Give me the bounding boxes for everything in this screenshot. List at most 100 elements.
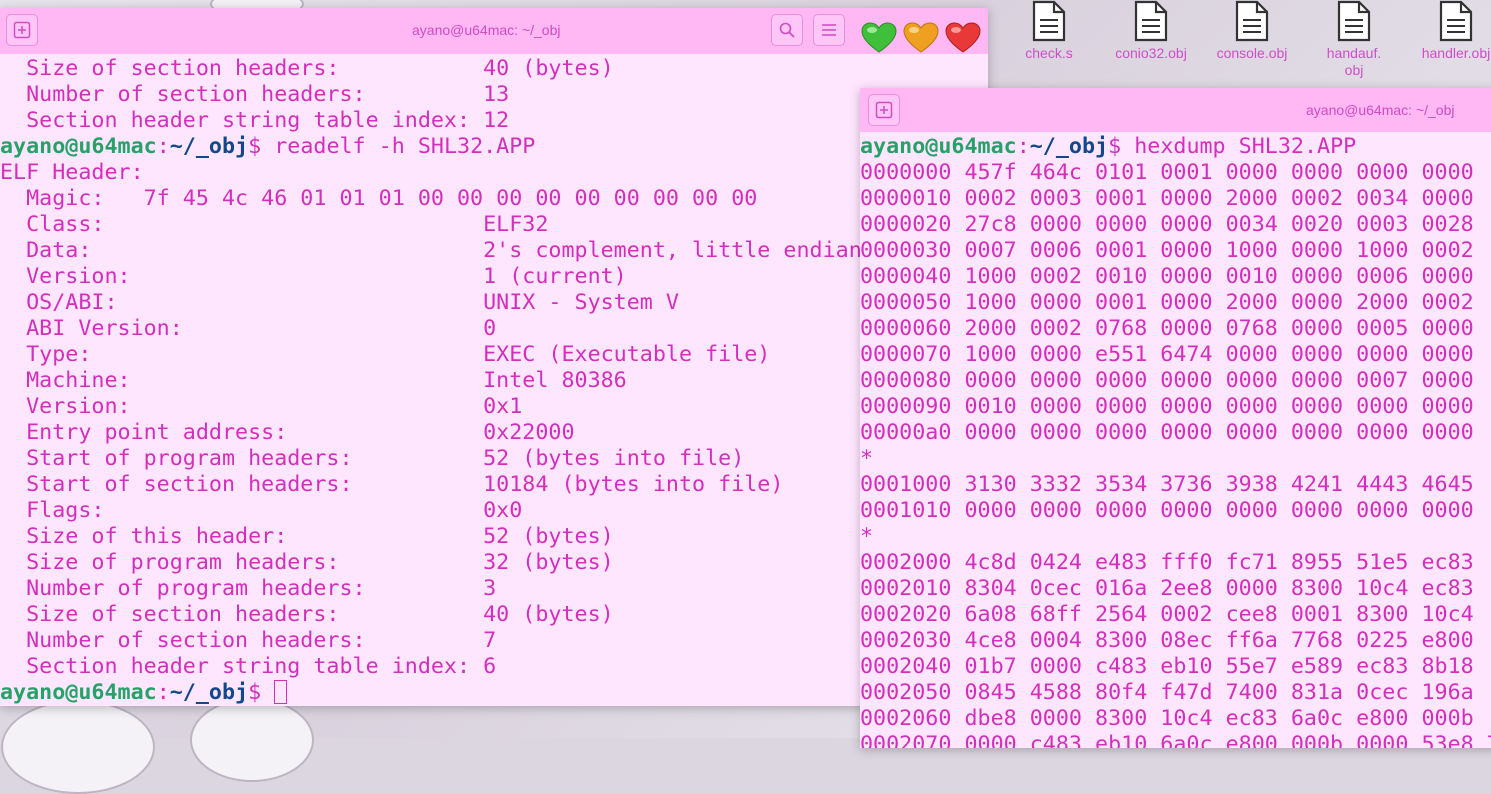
prompt-separator: : (156, 134, 170, 159)
hexdump-line: 0002000 4c8d 0424 e483 fff0 fc71 8955 51… (860, 550, 1474, 575)
output-line: Type: EXEC (Executable file) (0, 342, 771, 367)
titlebar[interactable]: ayano@u64mac: ~/_obj (860, 88, 1491, 132)
new-tab-button[interactable] (868, 94, 900, 126)
hexdump-line: 0002060 dbe8 0000 8300 10c4 ec83 6a0c e8… (860, 706, 1474, 731)
titlebar[interactable]: ayano@u64mac: ~/_obj (0, 8, 988, 54)
new-tab-icon (875, 101, 893, 119)
output-line: Number of program headers: 3 (0, 576, 497, 601)
output-line: Machine: Intel 80386 (0, 368, 627, 393)
output-line: Data: 2's complement, little endian (0, 238, 862, 263)
hexdump-line: * (860, 446, 874, 471)
prompt-line: ayano@u64mac:~/_obj$ readelf -h SHL32.AP… (0, 134, 988, 160)
new-tab-button[interactable] (6, 14, 38, 46)
desktop-file[interactable]: check.s (1003, 0, 1095, 62)
prompt-path: ~/_obj (169, 680, 249, 705)
hexdump-line: 0002070 0000 c483 eb10 6a0c e800 000b 00… (860, 732, 1491, 748)
prompt-user: ayano@u64mac (0, 134, 157, 159)
prompt-line: ayano@u64mac:~/_obj$ hexdump SHL32.APP (860, 134, 1491, 160)
hexdump-line: 00000a0 0000 0000 0000 0000 0000 0000 00… (860, 420, 1474, 445)
hexdump-line: 0001000 3130 3332 3534 3736 3938 4241 44… (860, 472, 1474, 497)
wallpaper-art (190, 698, 314, 782)
hexdump-line: 0000030 0007 0006 0001 0000 1000 0000 10… (860, 238, 1474, 263)
prompt-line: ayano@u64mac:~/_obj$ (0, 680, 988, 706)
output-line: Magic: 7f 45 4c 46 01 01 01 00 00 00 00 … (0, 186, 758, 211)
output-line: Section header string table index: 6 (0, 654, 497, 679)
output-line: Entry point address: 0x22000 (0, 420, 575, 445)
search-button[interactable] (771, 14, 803, 46)
output-line: Size of section headers: 40 (bytes) (0, 56, 614, 81)
prompt-dollar: $ (248, 134, 262, 159)
prompt-separator: : (1016, 134, 1030, 159)
hexdump-line: 0002020 6a08 68ff 2564 0002 cee8 0001 83… (860, 602, 1474, 627)
hexdump-line: 0000090 0010 0000 0000 0000 0000 0000 00… (860, 394, 1474, 419)
terminal-output[interactable]: Size of section headers: 40 (bytes) Numb… (0, 56, 988, 706)
desktop-file[interactable]: handauf. obj (1308, 0, 1400, 79)
desktop-file[interactable]: conio32.obj (1105, 0, 1197, 62)
output-line: ABI Version: 0 (0, 316, 497, 341)
hexdump-line: 0000080 0000 0000 0000 0000 0000 0000 00… (860, 368, 1474, 393)
file-label: console.obj (1216, 45, 1288, 61)
output-line: Class: ELF32 (0, 212, 549, 237)
command-text: readelf -h SHL32.APP (261, 134, 536, 159)
window-title: ayano@u64mac: ~/_obj (412, 22, 561, 38)
desktop-file[interactable]: console.obj (1206, 0, 1298, 62)
window-title: ayano@u64mac: ~/_obj (1306, 102, 1455, 118)
output-line: Start of section headers: 10184 (bytes i… (0, 472, 784, 497)
hamburger-menu-icon (822, 24, 836, 36)
prompt-user: ayano@u64mac (860, 134, 1017, 159)
hexdump-line: * (860, 524, 874, 549)
hexdump-line: 0000050 1000 0000 0001 0000 2000 0000 20… (860, 290, 1474, 315)
wallpaper-art (1, 700, 155, 794)
menu-button[interactable] (813, 14, 845, 46)
hexdump-line: 0000040 1000 0002 0010 0000 0010 0000 00… (860, 264, 1474, 289)
hexdump-line: 0002030 4ce8 0004 8300 08ec ff6a 7768 02… (860, 628, 1474, 653)
new-tab-icon (13, 21, 31, 39)
hexdump-line: 0001010 0000 0000 0000 0000 0000 0000 00… (860, 498, 1474, 523)
desktop-file[interactable]: handler.obj (1410, 0, 1491, 62)
hexdump-line: 0000060 2000 0002 0768 0000 0768 0000 00… (860, 316, 1474, 341)
output-line: Number of section headers: 7 (0, 628, 497, 653)
file-label: check.s (1025, 45, 1073, 61)
output-line: OS/ABI: UNIX - System V (0, 290, 679, 315)
output-line: Size of program headers: 32 (bytes) (0, 550, 614, 575)
prompt-path: ~/_obj (169, 134, 249, 159)
hexdump-line: 0000070 1000 0000 e551 6474 0000 0000 00… (860, 342, 1474, 367)
command-text (261, 680, 274, 705)
file-label: handauf. obj (1326, 45, 1382, 78)
file-icon (1134, 0, 1168, 42)
output-line: Version: 0x1 (0, 394, 523, 419)
file-label: conio32.obj (1115, 45, 1187, 61)
hexdump-line: 0002050 0845 4588 80f4 f47d 7400 831a 0c… (860, 680, 1474, 705)
terminal-window-hexdump[interactable]: ayano@u64mac: ~/_obj ayano@u64mac:~/_obj… (860, 88, 1491, 748)
command-text: hexdump SHL32.APP (1121, 134, 1357, 159)
file-icon (1439, 0, 1473, 42)
terminal-output[interactable]: ayano@u64mac:~/_obj$ hexdump SHL32.APP 00… (860, 134, 1491, 748)
prompt-dollar: $ (1108, 134, 1122, 159)
maximize-heart-icon[interactable] (903, 22, 939, 54)
prompt-user: ayano@u64mac (0, 680, 157, 705)
output-line: Size of this header: 52 (bytes) (0, 524, 614, 549)
output-line: Version: 1 (current) (0, 264, 627, 289)
hexdump-line: 0000010 0002 0003 0001 0000 2000 0002 00… (860, 186, 1474, 211)
hexdump-line: 0000020 27c8 0000 0000 0000 0034 0020 00… (860, 212, 1474, 237)
prompt-separator: : (156, 680, 170, 705)
output-line: Section header string table index: 12 (0, 108, 510, 133)
close-heart-icon[interactable] (945, 22, 981, 54)
output-line: Size of section headers: 40 (bytes) (0, 602, 614, 627)
hexdump-line: 0002040 01b7 0000 c483 eb10 55e7 e589 ec… (860, 654, 1474, 679)
search-icon (779, 22, 795, 38)
text-cursor (274, 680, 288, 704)
hexdump-line: 0000000 457f 464c 0101 0001 0000 0000 00… (860, 160, 1474, 185)
prompt-dollar: $ (248, 680, 262, 705)
output-line: Flags: 0x0 (0, 498, 523, 523)
output-line: Number of section headers: 13 (0, 82, 510, 107)
file-icon (1235, 0, 1269, 42)
terminal-window-readelf[interactable]: ayano@u64mac: ~/_obj Size of section hea… (0, 8, 988, 706)
output-line: ELF Header: (0, 160, 144, 185)
file-icon (1337, 0, 1371, 42)
file-icon (1032, 0, 1066, 42)
output-line: Start of program headers: 52 (bytes into… (0, 446, 745, 471)
file-label: handler.obj (1421, 45, 1491, 61)
minimize-heart-icon[interactable] (861, 22, 897, 54)
hexdump-line: 0002010 8304 0cec 016a 2ee8 0000 8300 10… (860, 576, 1474, 601)
